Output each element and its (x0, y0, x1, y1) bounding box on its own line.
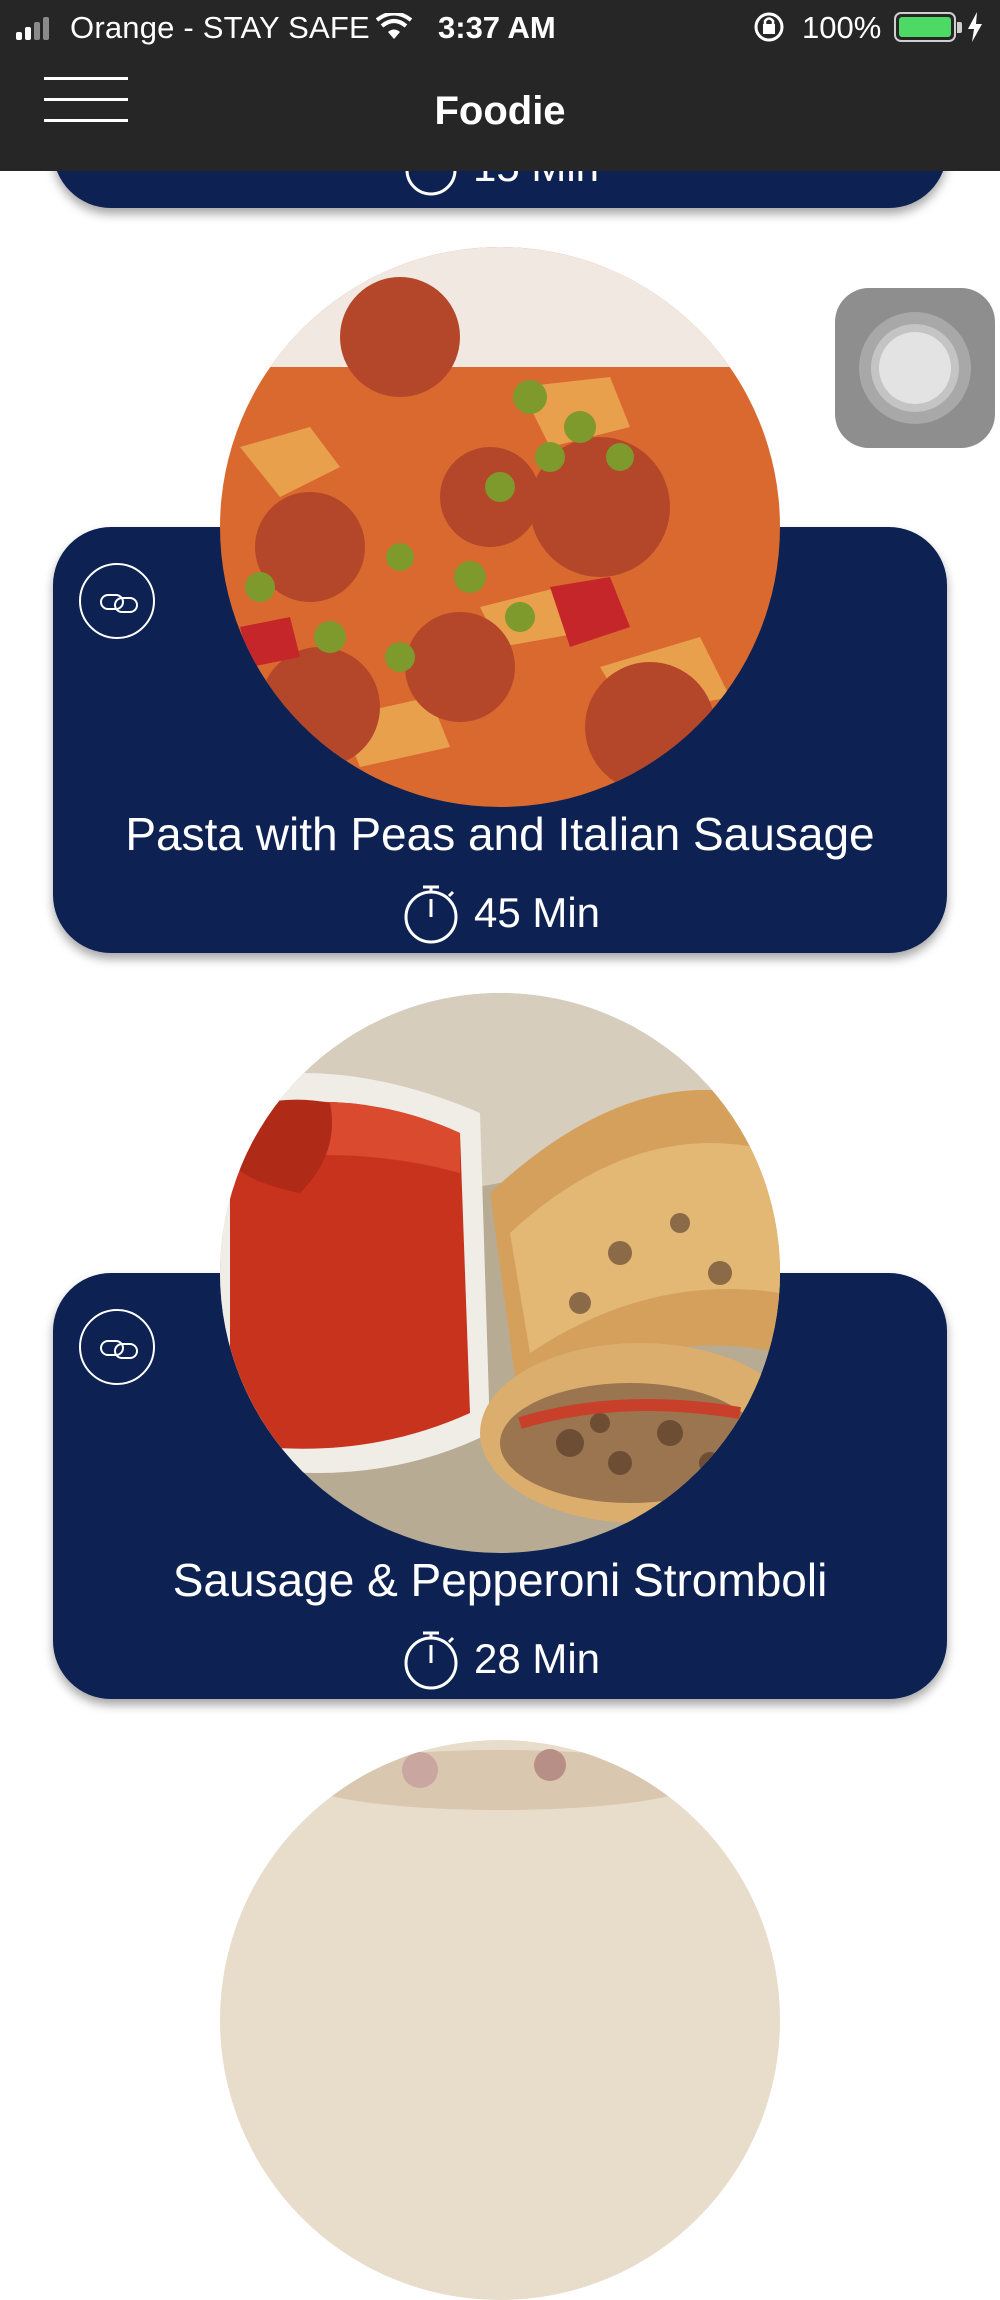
status-bar: Orange - STAY SAFE 3:37 AM 100% (0, 0, 1000, 55)
assistive-touch-button[interactable] (835, 288, 995, 448)
carrier-name: Orange - STAY SAFE (70, 10, 370, 45)
link-button[interactable] (79, 563, 155, 639)
link-icon (100, 1340, 138, 1359)
recipe-time: 45 Min (473, 889, 601, 936)
link-icon (100, 594, 138, 613)
battery-percent: 100% (802, 10, 882, 45)
recipe-time: 28 Min (473, 1635, 601, 1682)
signal-icon (16, 16, 49, 40)
link-button[interactable] (79, 1309, 155, 1385)
recipe-time-row: 28 Min (53, 1628, 947, 1690)
assistive-touch-core (879, 332, 951, 404)
recipe-time-row: 45 Min (53, 882, 947, 944)
stopwatch-icon (404, 1631, 458, 1690)
orientation-lock-icon (754, 12, 784, 42)
recipe-image[interactable] (220, 993, 780, 1553)
recipe-title: Sausage & Pepperoni Stromboli (172, 1554, 828, 1606)
status-time: 3:37 AM (438, 10, 556, 45)
nav-bar: Foodie (0, 55, 1000, 171)
recipe-list[interactable]: 15 Min Pasta with Peas and Italian Sausa… (0, 0, 1000, 2300)
charging-icon (968, 12, 982, 42)
recipe-image[interactable] (220, 1740, 780, 2300)
recipe-title: Pasta with Peas and Italian Sausage (125, 808, 875, 860)
battery-icon (894, 12, 962, 42)
wifi-icon (376, 13, 412, 39)
stopwatch-icon (404, 885, 458, 944)
page-title: Foodie (434, 89, 566, 133)
recipe-image[interactable] (220, 247, 780, 807)
